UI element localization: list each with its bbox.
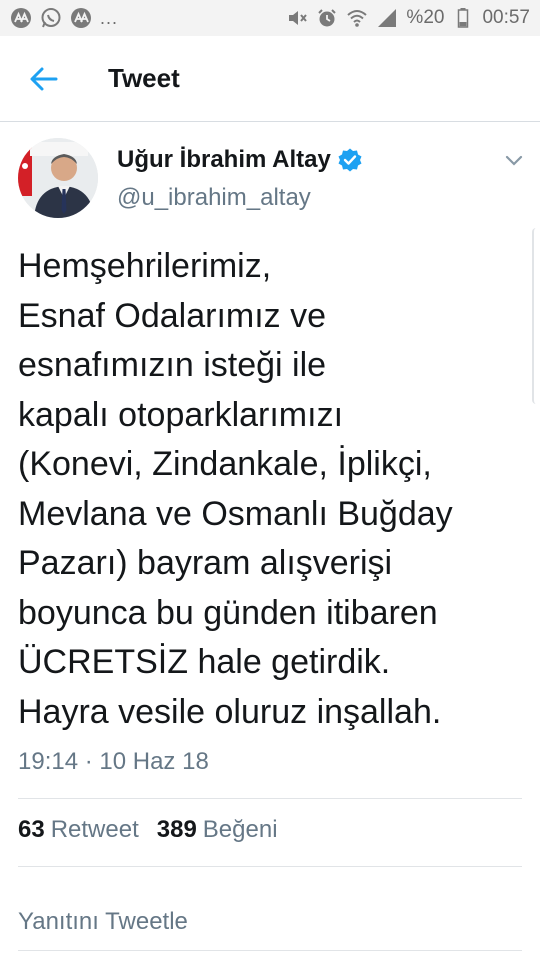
page-title: Tweet (108, 63, 180, 93)
divider (18, 866, 522, 867)
whatsapp-icon (40, 7, 62, 29)
tweet-text-line: Esnaf Odalarımız ve (18, 296, 327, 335)
tweet-timestamp[interactable]: 19:14 · 10 Haz 18 (18, 748, 209, 776)
status-bar: ... %20 00:57 (0, 0, 540, 36)
tweet-text-line: Mevlana ve Osmanlı Buğday (18, 494, 453, 533)
divider (18, 950, 522, 951)
wifi-icon (346, 7, 368, 29)
more-notifications: ... (100, 7, 119, 28)
signal-icon (376, 7, 398, 29)
retweet-count: 63 (18, 816, 45, 843)
status-bar-system: %20 00:57 (286, 7, 530, 29)
like-label: Beğeni (202, 816, 278, 843)
alarm-icon (316, 7, 338, 29)
tweet-text-line: boyunca bu günden itibaren (18, 593, 438, 632)
verified-badge-icon (337, 147, 363, 173)
author-row: Uğur İbrahim Altay (117, 146, 363, 174)
tweet-text-line: (Konevi, Zindankale, İplikçi, (18, 445, 432, 483)
aa-news-icon (10, 7, 32, 29)
back-button[interactable] (26, 61, 62, 97)
tweet-text-line: ÜCRETSİZ hale getirdik. (18, 643, 391, 681)
retweets-stat[interactable]: 63 Retweet (18, 816, 139, 844)
reply-input[interactable]: Yanıtını Tweetle (18, 908, 188, 936)
arrow-left-icon (30, 67, 58, 91)
battery-icon (452, 7, 474, 29)
divider (18, 798, 522, 799)
tweet-text-line: Hayra vesile oluruz inşallah. (18, 692, 442, 731)
chevron-down-icon (505, 155, 523, 166)
tweet-text: Hemşehrilerimiz, Esnaf Odalarımız ve esn… (18, 242, 528, 737)
tweet-stats: 63 Retweet 389 Beğeni (18, 816, 278, 844)
avatar[interactable] (18, 138, 98, 218)
tweet-text-line: kapalı otoparklarımızı (18, 395, 344, 434)
tweet-menu-button[interactable] (502, 152, 526, 170)
tweet-text-line: Pazarı) bayram alışverişi (18, 544, 393, 582)
author-name[interactable]: Uğur İbrahim Altay (117, 146, 331, 174)
battery-percent: %20 (406, 7, 445, 28)
clock: 00:57 (482, 7, 530, 28)
like-count: 389 (156, 816, 197, 843)
mute-icon (286, 7, 308, 29)
retweet-label: Retweet (50, 816, 139, 843)
aa-news-icon (70, 7, 92, 29)
profile-photo (18, 138, 98, 218)
tweet-text-line: esnafımızın isteği ile (18, 346, 327, 384)
likes-stat[interactable]: 389 Beğeni (157, 816, 278, 844)
author-handle[interactable]: @u_ibrahim_altay (117, 184, 311, 212)
app-bar: Tweet (0, 36, 540, 122)
tweet-text-line: Hemşehrilerimiz, (18, 247, 272, 285)
scroll-indicator (532, 228, 540, 404)
status-bar-notifications: ... (10, 7, 118, 29)
